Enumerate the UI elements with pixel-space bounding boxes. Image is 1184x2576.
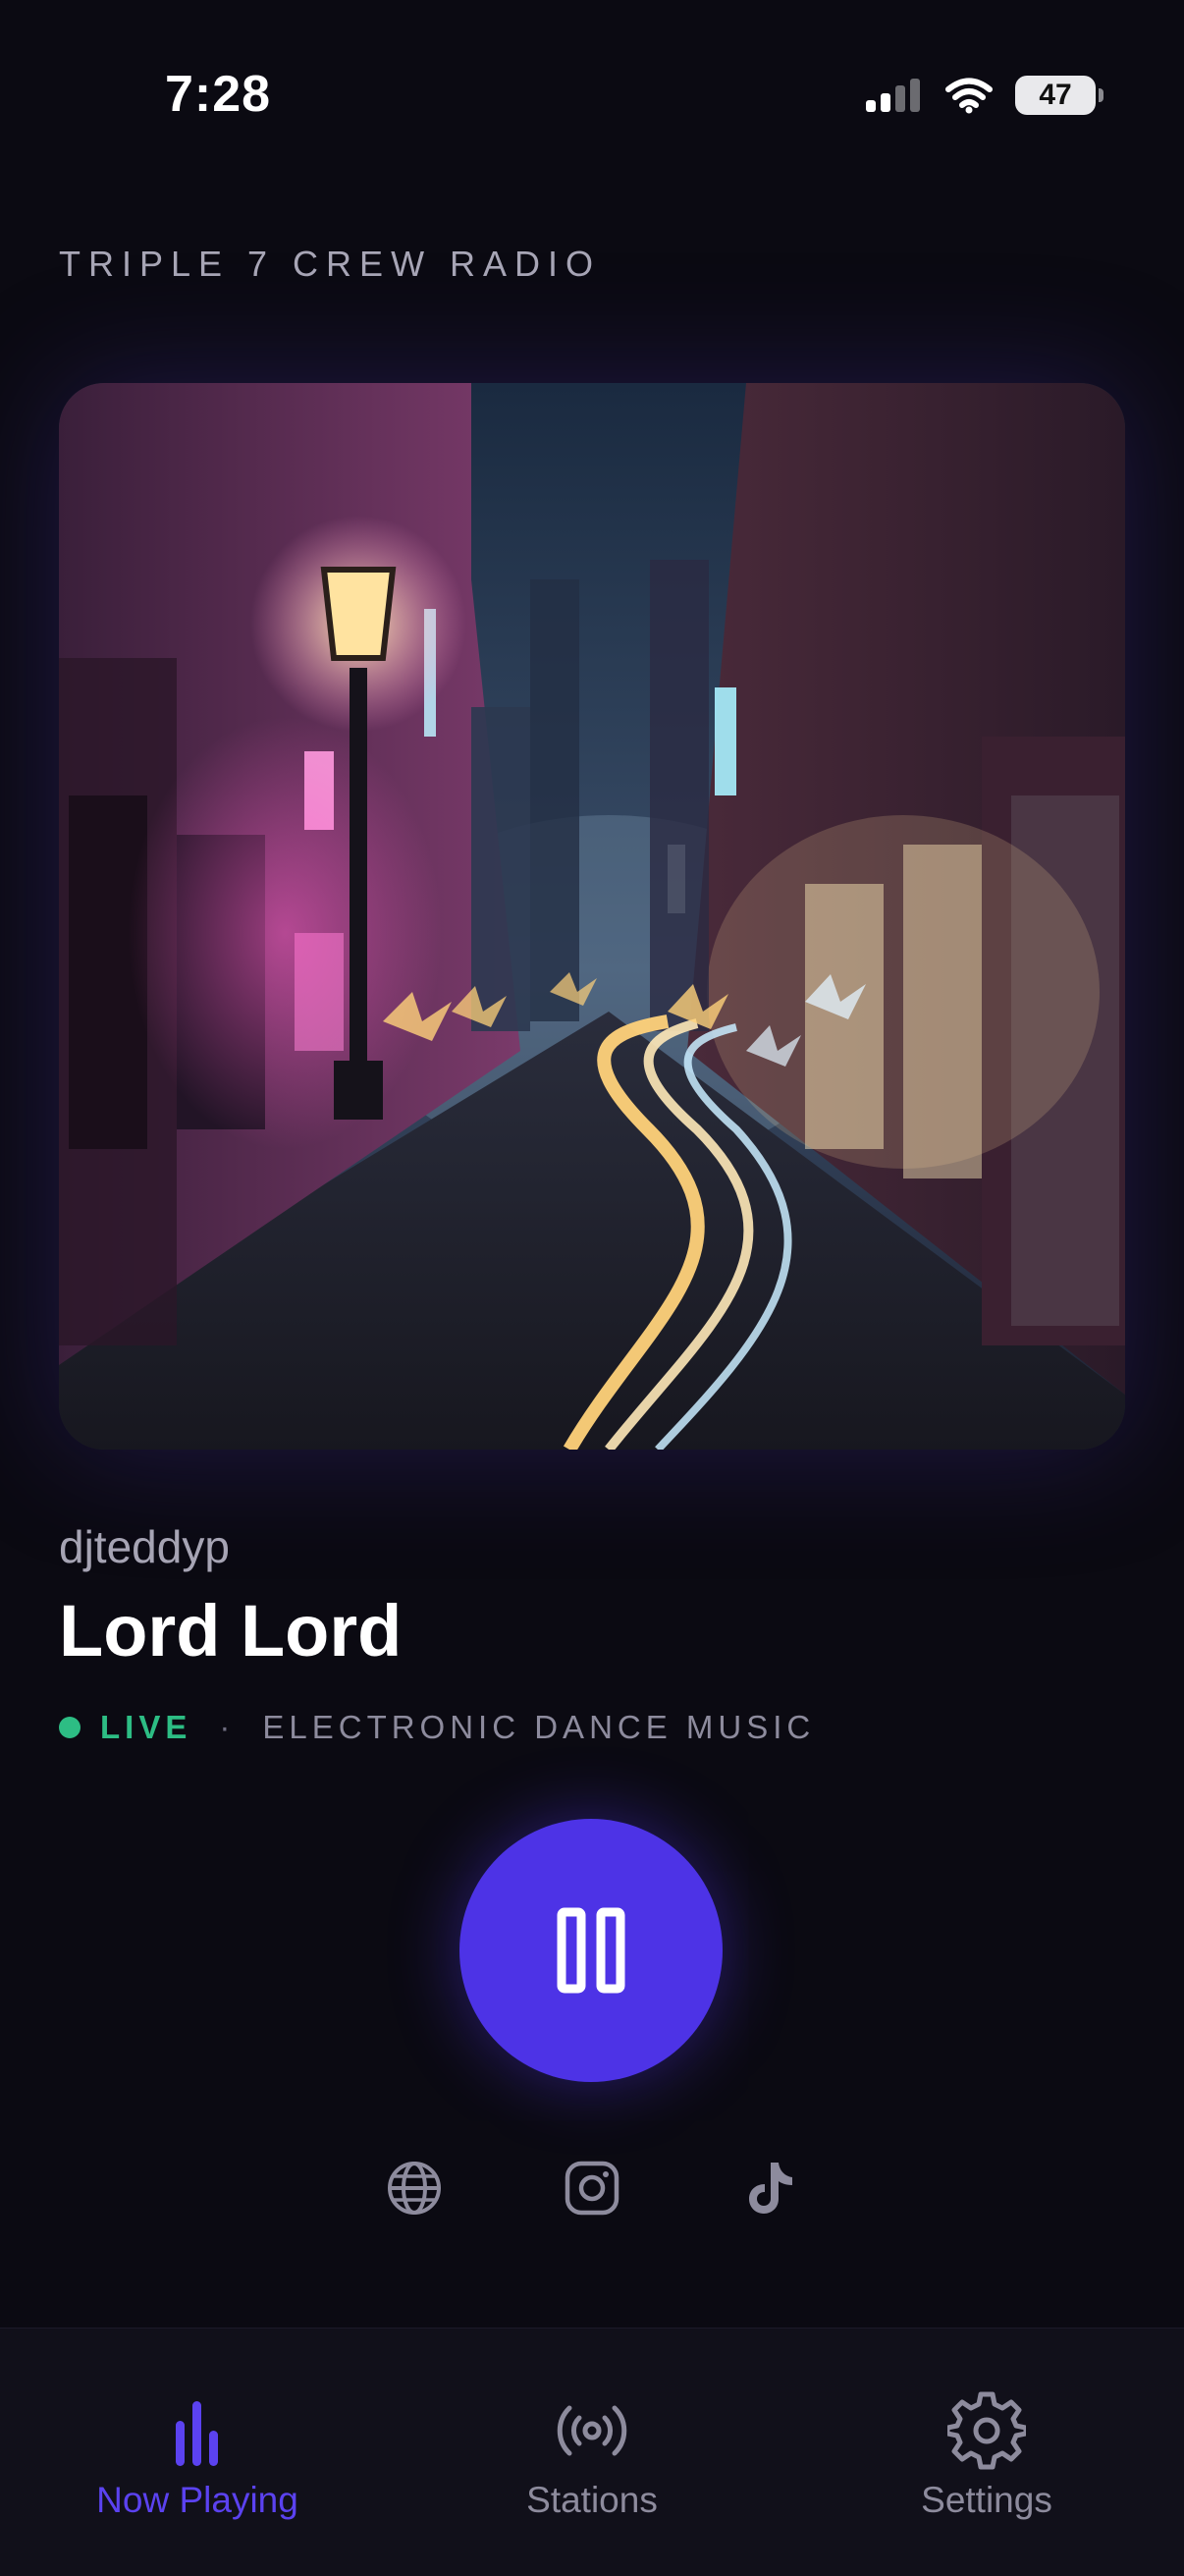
tab-label-settings: Settings: [921, 2480, 1052, 2520]
meta-separator: ·: [219, 1709, 236, 1745]
social-links: [0, 2157, 1184, 2220]
live-indicator-dot: [59, 1717, 81, 1738]
pause-button[interactable]: [459, 1819, 723, 2082]
tiktok-icon[interactable]: [737, 2157, 800, 2220]
track-title: Lord Lord: [59, 1590, 403, 1672]
status-time: 7:28: [165, 66, 272, 123]
album-artwork: [59, 383, 1125, 1450]
status-bar: 7:28 47: [0, 0, 1184, 196]
equalizer-icon: [176, 2401, 218, 2466]
battery-indicator: 47: [1015, 76, 1103, 115]
status-icons: 47: [866, 71, 1103, 120]
tab-label-stations: Stations: [526, 2480, 658, 2520]
tab-bar: Now Playing Stations Settings: [0, 2328, 1184, 2576]
tab-settings[interactable]: Settings: [789, 2329, 1184, 2576]
artist-name: djteddyp: [59, 1521, 230, 1572]
tab-stations[interactable]: Stations: [395, 2329, 789, 2576]
gear-icon: [947, 2391, 1026, 2470]
globe-icon[interactable]: [383, 2157, 446, 2220]
tab-now-playing[interactable]: Now Playing: [0, 2329, 395, 2576]
instagram-icon[interactable]: [561, 2157, 623, 2220]
genre-label: ELECTRONIC DANCE MUSIC: [262, 1709, 816, 1745]
battery-level: 47: [1039, 79, 1072, 111]
wifi-icon: [945, 78, 993, 114]
cellular-signal-icon: [866, 79, 920, 112]
station-name: TRIPLE 7 CREW RADIO: [59, 244, 602, 284]
live-label: LIVE: [100, 1709, 192, 1745]
pause-icon: [557, 1907, 625, 1994]
broadcast-icon: [557, 2405, 627, 2456]
track-meta: LIVE · ELECTRONIC DANCE MUSIC: [59, 1709, 815, 1746]
tab-label-now-playing: Now Playing: [96, 2480, 298, 2520]
